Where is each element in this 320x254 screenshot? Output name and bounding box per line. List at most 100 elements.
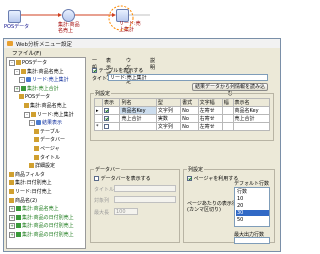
reflect-columns-button[interactable]: 結果データから列情報を読み込む <box>192 83 268 97</box>
tree-item[interactable]: テーブル <box>34 128 60 135</box>
listbox-item[interactable]: 50 <box>236 217 269 223</box>
node-icon <box>36 120 41 126</box>
show-table-checkbox[interactable] <box>92 68 97 73</box>
listbox-item[interactable]: 10 <box>236 196 269 202</box>
tree-item[interactable]: 集計:商品名売上 <box>24 103 67 109</box>
menu-tree[interactable]: - POSデータ - 集計:商品名売上 - リード:売上集計 + 集計:売上合計 POSデータ集… <box>6 57 86 249</box>
row-align[interactable]: 左寄せ <box>197 106 223 115</box>
databar-target-select[interactable] <box>114 196 176 203</box>
tree-item[interactable]: + 集計:商品の日付別売上 <box>9 214 74 221</box>
databar-title-input[interactable] <box>114 185 176 192</box>
node-icon <box>19 94 24 100</box>
col-header: 表示名 <box>232 98 271 107</box>
row-type[interactable]: 文字列 <box>155 122 182 131</box>
listbox-item[interactable]: 20 <box>236 203 269 209</box>
tree-item[interactable]: 詳細設定 <box>29 163 55 169</box>
tree-item[interactable]: + 集計:商品名売上 <box>9 206 59 213</box>
row-display[interactable]: 商品名Key <box>232 106 271 115</box>
table-row[interactable]: ▸ 商品名Key 文字列 No 左寄せ 商品名Key <box>94 106 271 115</box>
columns-table[interactable]: 表示 列名 型 書式 文字幅 幅 表示名 ▸ 商品名Key 文字列 No 左寄せ… <box>94 98 271 131</box>
flow-node-label: 集計:商品 名売上 <box>58 22 80 34</box>
row-show-checkbox[interactable] <box>104 115 109 121</box>
row-type[interactable]: 文字列 <box>155 106 182 115</box>
row-display[interactable] <box>232 122 271 131</box>
row-type[interactable]: 実数 <box>155 114 182 123</box>
node-icon <box>34 128 39 134</box>
collapse-icon[interactable]: - <box>24 111 30 118</box>
row-align[interactable]: 右寄せ <box>197 114 223 123</box>
pager-use-row: ページャを利用する <box>187 175 238 182</box>
tree-item[interactable]: + 集計:商品の日付別売上 <box>9 232 74 238</box>
col-header: 表示 <box>101 98 121 107</box>
collapse-icon[interactable]: - <box>9 60 15 66</box>
tree-item[interactable]: - 結果表示 <box>29 120 62 127</box>
pager-max-rows-input[interactable] <box>234 237 270 244</box>
row-name[interactable] <box>119 122 157 131</box>
tree-item[interactable]: ページャ <box>34 146 60 152</box>
tree-item[interactable]: + 集計:商品の日付別売上 <box>9 223 74 230</box>
expand-icon[interactable]: + <box>9 232 15 238</box>
tree-item[interactable]: - POSデータ <box>9 60 47 66</box>
tree-item[interactable]: 商品名(2) <box>9 197 37 204</box>
tree-item[interactable]: - リード:売上集計 <box>24 111 74 118</box>
expand-icon[interactable]: + <box>9 206 15 213</box>
columns-header-row: 表示 列名 型 書式 文字幅 幅 表示名 <box>94 98 271 107</box>
tree-item-label: 集計:商品名売上 <box>22 206 59 213</box>
node-icon <box>26 77 31 83</box>
pager-rows-listbox[interactable]: 行数 10 20 30 50 <box>234 187 270 227</box>
row-display[interactable]: 売上合計 <box>232 114 271 123</box>
tree-item-label: 商品フィルタ <box>15 171 45 178</box>
collapse-icon[interactable]: - <box>19 77 25 84</box>
expand-icon[interactable]: + <box>9 214 15 221</box>
tree-item[interactable]: 商品フィルタ <box>9 171 45 178</box>
tree-item-label: 集計:商品名売上 <box>27 68 64 75</box>
table-row[interactable]: 売上合計 実数 No 右寄せ 売上合計 <box>94 114 271 123</box>
tree-item[interactable]: - 集計:商品名売上 <box>14 68 64 75</box>
tab-description[interactable]: 説明 <box>150 57 155 71</box>
row-format[interactable]: No <box>180 114 199 123</box>
row-align[interactable]: 左寄せ <box>197 122 223 131</box>
pos-data-node-icon[interactable] <box>8 10 21 23</box>
row-width[interactable] <box>221 106 234 115</box>
listbox-item[interactable]: 行数 <box>236 189 269 195</box>
expand-icon[interactable]: + <box>14 85 20 92</box>
tree-item[interactable]: - リード:売上集計 <box>19 77 69 84</box>
databar-max-input[interactable]: 100 <box>114 208 138 215</box>
row-format[interactable]: No <box>180 106 199 115</box>
collapse-icon[interactable]: - <box>29 120 35 127</box>
row-show-checkbox[interactable] <box>104 107 109 113</box>
tree-item[interactable]: リード:日付売上 <box>9 189 52 195</box>
listbox-item[interactable]: 30 <box>236 210 269 216</box>
row-width[interactable] <box>221 114 234 123</box>
tree-item[interactable]: + 集計:売上合計 <box>14 85 59 92</box>
node-icon <box>9 189 14 194</box>
col-header: 文字幅 <box>197 98 223 107</box>
row-format[interactable]: No <box>180 122 199 131</box>
table-row[interactable]: * 文字列 No 左寄せ <box>94 122 271 131</box>
tree-item[interactable]: POSデータ <box>19 94 50 100</box>
tree-item-label: POSデータ <box>22 60 48 66</box>
aggregate-node-icon[interactable] <box>62 9 75 22</box>
tree-item[interactable]: 集計:日付別売上 <box>9 180 52 186</box>
tree-item-label: 集計:日付別売上 <box>15 180 52 187</box>
menu-bar: ファイル(F) <box>4 48 280 57</box>
databar-target-label: 対象列 <box>94 198 110 204</box>
col-header: 書式 <box>180 98 199 107</box>
collapse-icon[interactable]: - <box>14 68 20 75</box>
window-title: Web分析メニュー設定 <box>16 42 72 48</box>
row-show-checkbox[interactable] <box>104 123 109 129</box>
row-width[interactable] <box>221 122 234 131</box>
row-name[interactable]: 売上合計 <box>119 114 157 123</box>
tree-item[interactable]: データバー <box>34 137 65 143</box>
row-name[interactable]: 商品名Key <box>119 106 157 115</box>
node-icon <box>9 197 14 203</box>
expand-icon[interactable]: + <box>9 223 15 230</box>
pager-use-checkbox[interactable] <box>187 176 192 181</box>
tree-item[interactable]: タイトル <box>34 154 60 161</box>
show-table-row: テーブルを表示する <box>92 67 143 74</box>
menu-file[interactable]: ファイル(F) <box>12 49 41 57</box>
tree-item-label: 詳細設定 <box>35 163 56 170</box>
tree-item-label: リード:日付売上 <box>15 189 52 195</box>
title-input[interactable]: リード:売上集計 <box>108 74 268 81</box>
databar-show-checkbox[interactable] <box>94 176 99 181</box>
